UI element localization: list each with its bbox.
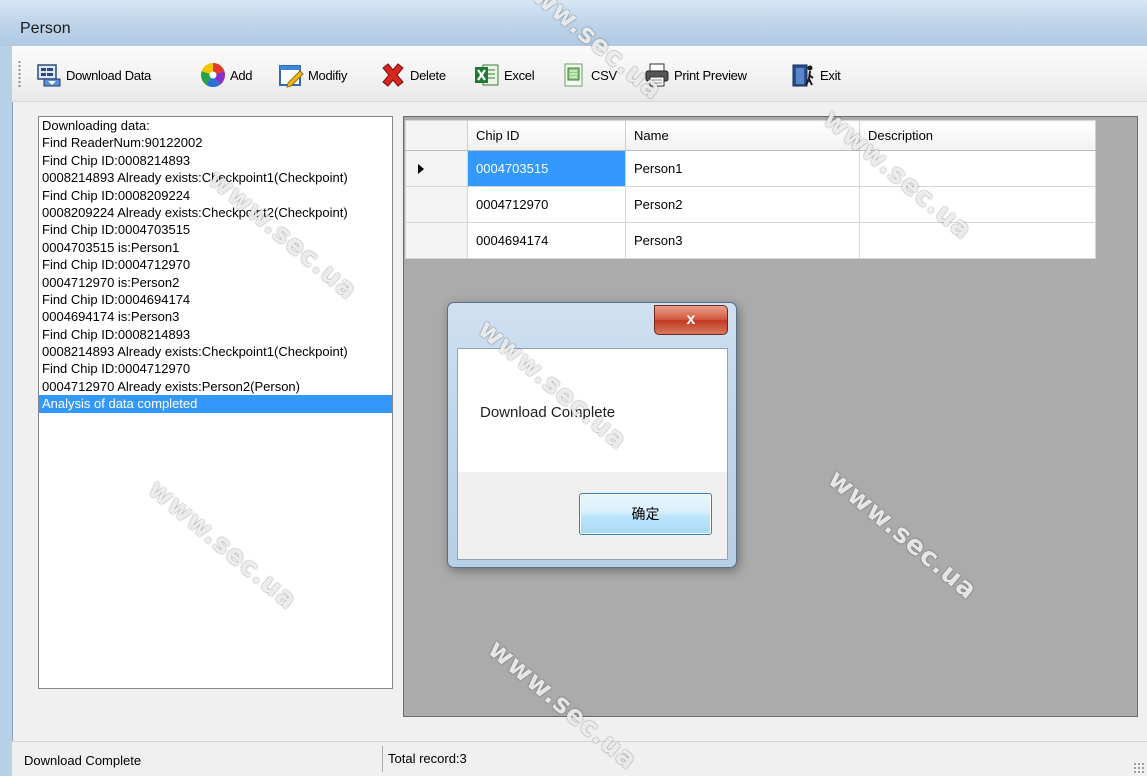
cell-description[interactable]: [859, 186, 1096, 223]
log-line[interactable]: Downloading data:: [39, 117, 392, 134]
dialog-message-area: Download Complete: [458, 349, 727, 472]
add-button[interactable]: Add: [200, 59, 253, 91]
dialog-close-button[interactable]: x: [654, 305, 728, 335]
title-bar[interactable]: Person: [0, 0, 1147, 46]
modify-button[interactable]: Modifiy: [278, 59, 347, 91]
modify-label: Modifiy: [308, 67, 348, 83]
cell-name[interactable]: Person1: [625, 150, 860, 187]
edit-icon: [278, 62, 304, 88]
color-wheel-icon: [200, 62, 226, 88]
window-title: Person: [20, 20, 71, 37]
resize-grip-icon[interactable]: [1133, 762, 1145, 774]
exit-label: Exit: [820, 67, 841, 83]
print-preview-button[interactable]: Print Preview: [644, 59, 747, 91]
cell-chip-id[interactable]: 0004712970: [467, 186, 626, 223]
download-data-button[interactable]: Download Data: [36, 59, 151, 91]
ok-button[interactable]: 确定: [579, 493, 712, 535]
log-line[interactable]: Find Chip ID:0004712970: [39, 256, 392, 273]
download-data-label: Download Data: [66, 67, 151, 83]
row-header[interactable]: [405, 150, 468, 187]
log-line[interactable]: 0004712970 Already exists:Person2(Person…: [39, 378, 392, 395]
download-data-icon: [36, 62, 62, 88]
column-header-description[interactable]: Description: [859, 120, 1096, 151]
message-dialog: x Download Complete 确定: [447, 302, 737, 568]
table-row[interactable]: 0004703515 Person1: [405, 150, 1096, 187]
log-line[interactable]: Analysis of data completed: [39, 395, 392, 413]
status-message: Download Complete: [24, 753, 142, 768]
cell-description[interactable]: [859, 222, 1096, 259]
add-label: Add: [230, 67, 253, 83]
app-window: Person Download Data Add Modifiy Delete …: [0, 0, 1147, 776]
excel-icon: [474, 62, 500, 88]
table-row[interactable]: 0004694174 Person3: [405, 222, 1096, 259]
column-header-name[interactable]: Name: [625, 120, 860, 151]
row-header[interactable]: [405, 186, 468, 223]
delete-label: Delete: [410, 67, 446, 83]
csv-label: CSV: [591, 67, 617, 83]
dialog-body: Download Complete 确定: [457, 348, 728, 560]
log-line[interactable]: Find Chip ID:0004703515: [39, 221, 392, 238]
log-line[interactable]: 0004712970 is:Person2: [39, 274, 392, 291]
log-line[interactable]: Find Chip ID:0008209224: [39, 187, 392, 204]
dialog-message: Download Complete: [480, 404, 616, 421]
log-line[interactable]: Find Chip ID:0008214893: [39, 326, 392, 343]
log-line[interactable]: 0008209224 Already exists:Checkpoint2(Ch…: [39, 204, 392, 221]
csv-icon: [561, 62, 587, 88]
csv-button[interactable]: CSV: [561, 59, 617, 91]
log-line[interactable]: Find Chip ID:0004694174: [39, 291, 392, 308]
cell-name[interactable]: Person2: [625, 186, 860, 223]
toolbar-grip[interactable]: [18, 60, 21, 88]
log-line[interactable]: 0008214893 Already exists:Checkpoint1(Ch…: [39, 169, 392, 186]
record-count: Total record:3: [388, 751, 467, 766]
toolbar: Download Data Add Modifiy Delete Excel C…: [12, 46, 1147, 102]
print-preview-label: Print Preview: [674, 67, 747, 83]
red-x-icon: [380, 62, 406, 88]
exit-icon: [790, 62, 816, 88]
table-row[interactable]: 0004712970 Person2: [405, 186, 1096, 223]
log-line[interactable]: 0004694174 is:Person3: [39, 308, 392, 325]
status-separator: [382, 746, 383, 772]
download-log-list[interactable]: Downloading data: Find ReaderNum:90122002…: [38, 116, 393, 689]
person-table: Chip ID Name Description 0004703515 Pers…: [405, 120, 1096, 259]
cell-description[interactable]: [859, 150, 1096, 187]
current-row-arrow-icon: [418, 163, 424, 174]
log-line[interactable]: 0004703515 is:Person1: [39, 239, 392, 256]
column-header-chip-id[interactable]: Chip ID: [467, 120, 626, 151]
printer-icon: [644, 62, 670, 88]
cell-chip-id[interactable]: 0004703515: [467, 150, 626, 187]
log-line[interactable]: Find Chip ID:0008214893: [39, 152, 392, 169]
cell-name[interactable]: Person3: [625, 222, 860, 259]
excel-label: Excel: [504, 67, 535, 83]
log-line[interactable]: Find ReaderNum:90122002: [39, 134, 392, 151]
log-line[interactable]: 0008214893 Already exists:Checkpoint1(Ch…: [39, 343, 392, 360]
row-header-corner[interactable]: [405, 120, 468, 151]
cell-chip-id[interactable]: 0004694174: [467, 222, 626, 259]
log-line[interactable]: Find Chip ID:0004712970: [39, 360, 392, 377]
excel-button[interactable]: Excel: [474, 59, 535, 91]
row-header[interactable]: [405, 222, 468, 259]
exit-button[interactable]: Exit: [790, 59, 841, 91]
delete-button[interactable]: Delete: [380, 59, 446, 91]
status-bar: Download Complete Total record:3: [12, 741, 1147, 776]
